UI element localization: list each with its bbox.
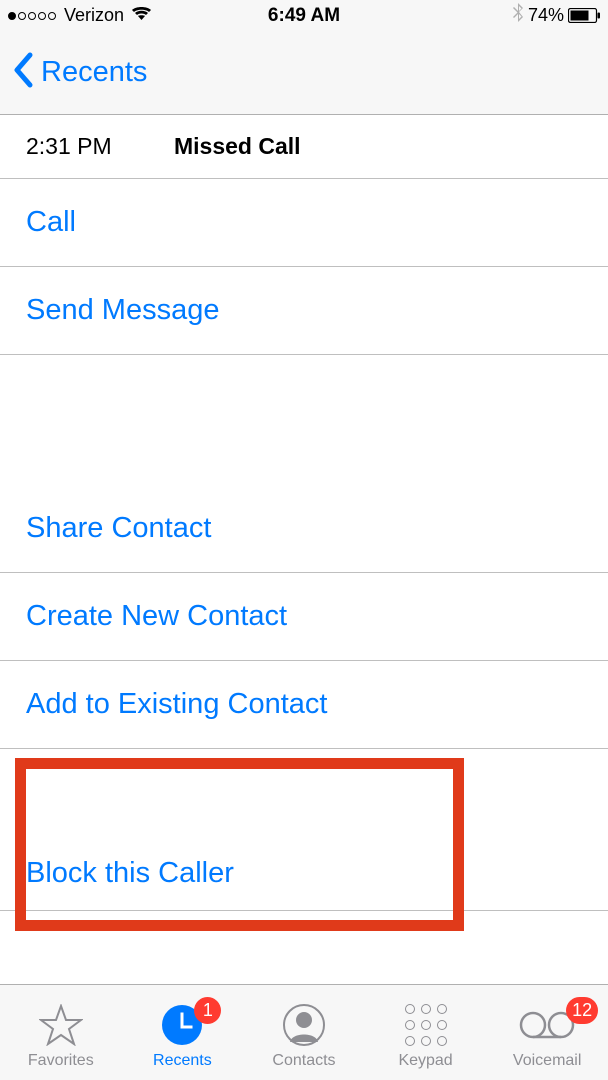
carrier-label: Verizon bbox=[64, 5, 124, 26]
block-caller-button[interactable]: Block this Caller bbox=[0, 827, 608, 911]
tab-bar: Favorites Recents 1 Contacts Keypad Voic… bbox=[0, 984, 608, 1080]
tab-contacts[interactable]: Contacts bbox=[249, 1002, 359, 1070]
tab-voicemail[interactable]: Voicemail 12 bbox=[492, 1002, 602, 1070]
bluetooth-icon bbox=[512, 3, 524, 28]
badge: 1 bbox=[194, 997, 221, 1024]
badge: 12 bbox=[566, 997, 598, 1024]
battery-percentage: 74% bbox=[528, 5, 564, 26]
signal-strength-icon bbox=[8, 12, 56, 20]
person-icon bbox=[283, 1002, 325, 1048]
status-left: Verizon bbox=[8, 5, 152, 26]
share-contact-button[interactable]: Share Contact bbox=[0, 485, 608, 573]
status-time: 6:49 AM bbox=[268, 5, 340, 27]
call-time: 2:31 PM bbox=[26, 133, 174, 160]
call-log-row: 2:31 PM Missed Call bbox=[0, 115, 608, 179]
tab-label: Favorites bbox=[28, 1052, 94, 1070]
wifi-icon bbox=[131, 6, 152, 26]
status-right: 74% bbox=[512, 3, 600, 28]
navigation-bar: Recents bbox=[0, 31, 608, 115]
tab-label: Voicemail bbox=[513, 1052, 581, 1070]
battery-icon bbox=[568, 8, 600, 23]
keypad-icon bbox=[405, 1002, 447, 1048]
back-button[interactable]: Recents bbox=[41, 56, 147, 89]
call-status: Missed Call bbox=[174, 133, 301, 160]
back-chevron-icon[interactable] bbox=[12, 52, 33, 94]
status-bar: Verizon 6:49 AM 74% bbox=[0, 0, 608, 31]
content-area: 2:31 PM Missed Call Call Send Message Sh… bbox=[0, 115, 608, 911]
create-new-contact-button[interactable]: Create New Contact bbox=[0, 573, 608, 661]
call-button[interactable]: Call bbox=[0, 179, 608, 267]
tab-label: Contacts bbox=[272, 1052, 335, 1070]
tab-label: Recents bbox=[153, 1052, 212, 1070]
send-message-button[interactable]: Send Message bbox=[0, 267, 608, 355]
tab-label: Keypad bbox=[398, 1052, 452, 1070]
tab-keypad[interactable]: Keypad bbox=[371, 1002, 481, 1070]
tab-recents[interactable]: Recents 1 bbox=[127, 1002, 237, 1070]
star-icon bbox=[39, 1002, 83, 1048]
add-to-existing-contact-button[interactable]: Add to Existing Contact bbox=[0, 661, 608, 749]
tab-favorites[interactable]: Favorites bbox=[6, 1002, 116, 1070]
